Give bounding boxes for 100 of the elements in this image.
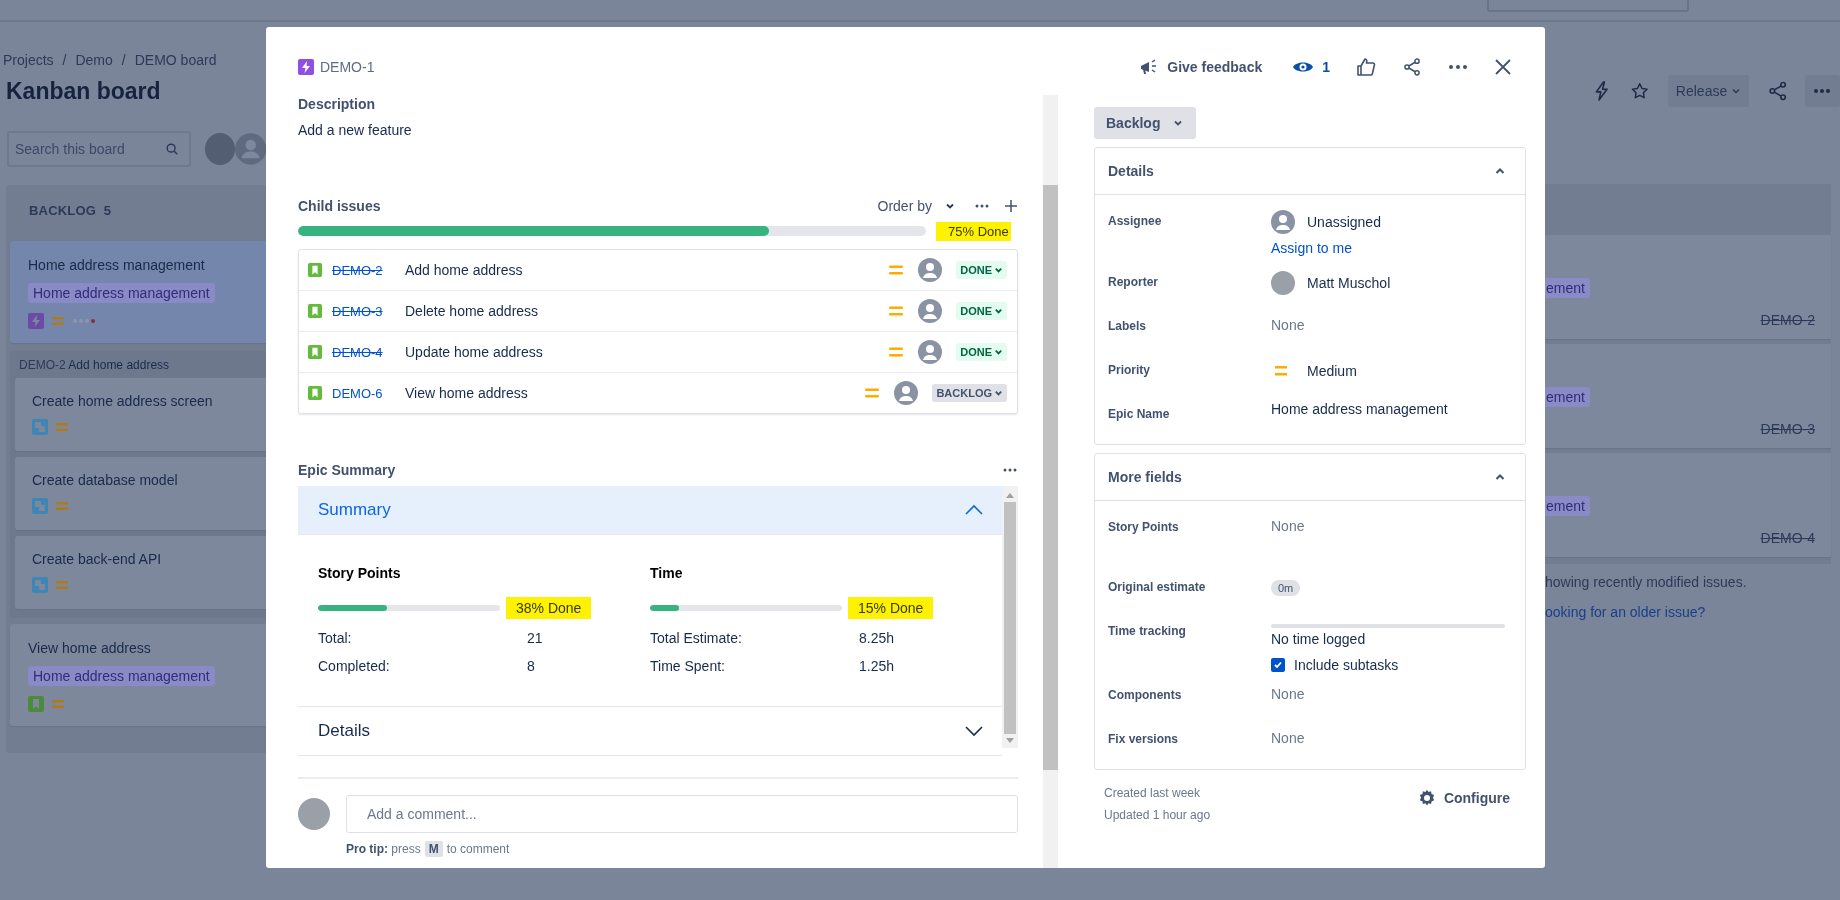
status-button[interactable]: DONE <box>956 302 1007 320</box>
metric-value: 8.25h <box>859 629 895 648</box>
issue-key-link[interactable]: DEMO-6 <box>332 385 390 401</box>
board-card[interactable]: View home address Home address management <box>10 624 266 726</box>
user-avatar-icon[interactable] <box>894 381 919 405</box>
star-icon[interactable] <box>1630 81 1650 101</box>
field-value[interactable]: None <box>1271 313 1305 333</box>
time-tracking-bar[interactable] <box>1271 624 1505 628</box>
metric-title: Time <box>650 565 684 581</box>
epic-tag: Home address management <box>28 666 215 686</box>
status-button[interactable]: BACKLOG <box>932 384 1007 402</box>
plus-icon[interactable] <box>1004 199 1018 213</box>
scroll-up-icon[interactable] <box>1006 492 1014 498</box>
field-label: Fix versions <box>1108 731 1180 748</box>
board-card[interactable]: Home address management Home address management <box>10 241 266 343</box>
metric-title: Story Points <box>318 565 402 581</box>
field-value[interactable]: Medium <box>1307 363 1357 379</box>
configure-button[interactable]: Configure <box>1417 786 1510 810</box>
column-header: BACKLOG 5 <box>28 202 113 220</box>
board-title: Kanban board <box>6 78 162 105</box>
share-icon[interactable] <box>1402 57 1422 77</box>
epic-icon <box>298 59 314 75</box>
progress-text: 75% Done <box>936 221 1011 241</box>
estimate-badge[interactable]: 0m <box>1271 580 1301 596</box>
issue-key-link[interactable]: DEMO-4 <box>332 344 390 360</box>
panel-header[interactable]: Details <box>1095 148 1525 195</box>
assign-link[interactable]: Assign to me <box>1271 240 1352 256</box>
avatar-photo <box>298 798 330 830</box>
user-avatar-icon[interactable] <box>918 258 943 282</box>
order-by-button[interactable]: Order by <box>877 198 960 214</box>
issue-key-link[interactable]: DEMO-3 <box>332 303 390 319</box>
subtask-icon <box>32 419 48 435</box>
scrollbar[interactable] <box>1043 95 1058 868</box>
status-button[interactable]: DONE <box>956 261 1007 279</box>
board-card[interactable]: ement DEMO-4 <box>1545 453 1831 557</box>
field-value[interactable]: Home address management <box>1271 401 1448 417</box>
more-button[interactable] <box>1804 75 1840 107</box>
issue-key-link[interactable]: DEMO-1 <box>320 59 375 75</box>
issue-key[interactable]: DEMO-3 <box>1760 421 1815 437</box>
more-icon[interactable] <box>1002 467 1018 473</box>
watch-button[interactable]: 1 <box>1292 59 1330 75</box>
tip-text: Pro tip: press <box>346 842 421 856</box>
field-label: Labels <box>1108 318 1147 335</box>
child-issue-row[interactable]: DEMO-6 View home address BACKLOG <box>299 373 1017 413</box>
field-value[interactable]: None <box>1271 514 1305 534</box>
field-value[interactable]: None <box>1271 682 1305 702</box>
accordion-header[interactable]: Summary <box>298 486 1002 535</box>
story-icon <box>308 386 322 400</box>
field-value[interactable]: Unassigned <box>1307 214 1381 230</box>
feedback-button[interactable]: Give feedback <box>1139 58 1263 76</box>
board-card[interactable]: ement DEMO-3 <box>1545 344 1831 448</box>
more-icon[interactable] <box>1448 64 1468 70</box>
epic-tag: ement <box>1545 387 1590 407</box>
updated-text: Updated 1 hour ago <box>1104 808 1211 822</box>
field-value[interactable]: None <box>1271 726 1305 746</box>
issue-key-link[interactable]: DEMO-2 <box>332 262 390 278</box>
subtask-icon <box>32 577 48 593</box>
metric-label: Completed: <box>318 657 391 676</box>
share-icon[interactable] <box>1767 80 1789 102</box>
scroll-down-icon[interactable] <box>1006 738 1014 744</box>
checkmark-icon <box>1273 660 1283 670</box>
accordion-header[interactable]: Details <box>298 707 1002 756</box>
panel-header[interactable]: More fields <box>1095 454 1525 501</box>
avatar-photo <box>1271 271 1295 295</box>
epic-tag: Home address management <box>28 283 215 303</box>
child-issue-row[interactable]: DEMO-3 Delete home address DONE <box>299 291 1017 332</box>
more-icon[interactable] <box>974 203 990 209</box>
child-issue-row[interactable]: DEMO-4 Update home address DONE <box>299 332 1017 373</box>
user-avatar-icon[interactable] <box>918 340 943 364</box>
epic-tag: ement <box>1545 278 1590 298</box>
info-text: howing recently modified issues. <box>1545 574 1748 590</box>
close-icon[interactable] <box>1494 58 1512 76</box>
status-button[interactable]: DONE <box>956 343 1007 361</box>
board-card[interactable]: Create database model <box>15 457 266 530</box>
board-card[interactable]: Create home address screen <box>15 378 266 451</box>
metric-label: Time Spent: <box>650 657 726 676</box>
thumbs-up-icon[interactable] <box>1356 57 1376 77</box>
board-card[interactable]: ement DEMO-2 <box>1545 235 1831 339</box>
field-value[interactable]: Matt Muschol <box>1307 275 1391 291</box>
avatar-photo[interactable] <box>205 133 235 165</box>
card-title: Create home address screen <box>32 393 214 409</box>
accordion-title: Summary <box>318 500 391 520</box>
child-issue-row[interactable]: DEMO-2 Add home address DONE <box>299 250 1017 291</box>
field-label: Priority <box>1108 362 1151 379</box>
user-avatar-icon[interactable] <box>918 299 943 323</box>
status-button[interactable]: Backlog <box>1094 107 1197 139</box>
field-label: Time tracking <box>1108 623 1187 640</box>
metric-value: 8 <box>527 657 535 676</box>
description-text: Add a new feature <box>298 122 413 138</box>
search-field[interactable]: Search this board <box>7 131 191 167</box>
scrollbar[interactable] <box>1002 486 1018 748</box>
checkbox[interactable] <box>1271 658 1285 672</box>
panel-title: More fields <box>1108 469 1182 485</box>
board-card[interactable]: Create back-end API <box>15 536 266 609</box>
card-title: Create back-end API <box>32 551 163 567</box>
caret-icon <box>994 306 1003 316</box>
gear-icon <box>1417 789 1436 807</box>
comment-field[interactable]: Add a comment... <box>346 795 1018 833</box>
chevron-down-icon <box>964 725 984 737</box>
section-label: Epic Summary <box>298 462 396 478</box>
